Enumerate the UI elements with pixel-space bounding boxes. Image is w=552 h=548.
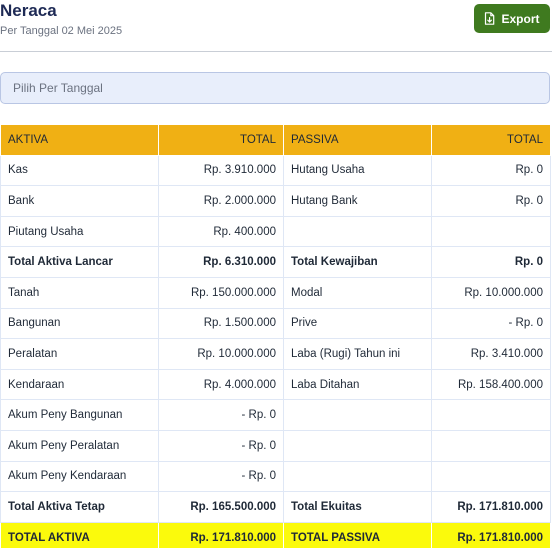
table-row: Akum Peny Bangunan - Rp. 0 <box>0 399 551 431</box>
aktiva-amount: Rp. 2.000.000 <box>158 185 284 217</box>
passiva-amount: - Rp. 0 <box>431 307 551 340</box>
aktiva-account: Total Aktiva Lancar <box>0 246 159 278</box>
aktiva-amount: Rp. 1.500.000 <box>158 307 284 340</box>
passiva-amount: Rp. 171.810.000 <box>431 491 551 523</box>
aktiva-amount: Rp. 150.000.000 <box>158 276 284 309</box>
passiva-account: Laba Ditahan <box>283 368 432 401</box>
page-title: Neraca <box>0 1 57 20</box>
column-header-aktiva-total: TOTAL <box>158 124 284 156</box>
balance-sheet-table: AKTIVA TOTAL PASSIVA TOTAL Kas Rp. 3.910… <box>0 124 551 548</box>
aktiva-account: Bank <box>0 185 159 217</box>
passiva-account: Prive <box>283 307 432 340</box>
column-header-aktiva: AKTIVA <box>0 124 159 156</box>
table-row: Tanah Rp. 150.000.000 Modal Rp. 10.000.0… <box>0 276 551 309</box>
aktiva-account: Piutang Usaha <box>0 215 159 248</box>
passiva-amount: Rp. 0 <box>431 185 551 217</box>
passiva-amount: Rp. 158.400.000 <box>431 368 551 401</box>
passiva-amount <box>431 399 551 431</box>
aktiva-amount: Rp. 10.000.000 <box>158 338 284 370</box>
passiva-amount: Rp. 0 <box>431 246 551 278</box>
passiva-amount: Rp. 0 <box>431 154 551 187</box>
export-button-label: Export <box>501 11 540 26</box>
aktiva-account: Tanah <box>0 276 159 309</box>
table-row: Akum Peny Peralatan - Rp. 0 <box>0 429 551 462</box>
aktiva-account: Bangunan <box>0 307 159 340</box>
column-header-passiva-total: TOTAL <box>431 124 551 156</box>
page-header: Neraca Per Tanggal 02 Mei 2025 Export <box>0 0 552 52</box>
table-row: Bangunan Rp. 1.500.000 Prive - Rp. 0 <box>0 307 551 340</box>
grand-total-row: TOTAL AKTIVA Rp. 171.810.000 TOTAL PASSI… <box>0 521 551 548</box>
aktiva-account: Kas <box>0 154 159 187</box>
aktiva-amount: Rp. 400.000 <box>158 215 284 248</box>
aktiva-amount: - Rp. 0 <box>158 399 284 431</box>
passiva-account <box>283 215 432 248</box>
passiva-account: TOTAL PASSIVA <box>283 521 432 548</box>
table-header-row: AKTIVA TOTAL PASSIVA TOTAL <box>0 124 551 156</box>
aktiva-account: Kendaraan <box>0 368 159 401</box>
table-row: Kendaraan Rp. 4.000.000 Laba Ditahan Rp.… <box>0 368 551 401</box>
passiva-amount: Rp. 10.000.000 <box>431 276 551 309</box>
file-export-icon <box>484 12 495 25</box>
subtotal-row: Total Aktiva Tetap Rp. 165.500.000 Total… <box>0 491 551 523</box>
date-picker-input[interactable] <box>0 72 550 104</box>
passiva-amount <box>431 429 551 462</box>
aktiva-account: Total Aktiva Tetap <box>0 491 159 523</box>
passiva-account <box>283 429 432 462</box>
aktiva-amount: - Rp. 0 <box>158 460 284 493</box>
table-row: Piutang Usaha Rp. 400.000 <box>0 215 551 248</box>
aktiva-amount: Rp. 3.910.000 <box>158 154 284 187</box>
aktiva-amount: - Rp. 0 <box>158 429 284 462</box>
passiva-account: Total Kewajiban <box>283 246 432 278</box>
aktiva-account: Akum Peny Peralatan <box>0 429 159 462</box>
passiva-account: Hutang Usaha <box>283 154 432 187</box>
aktiva-amount: Rp. 171.810.000 <box>158 521 284 548</box>
subtotal-row: Total Aktiva Lancar Rp. 6.310.000 Total … <box>0 246 551 278</box>
passiva-amount: Rp. 3.410.000 <box>431 338 551 370</box>
aktiva-amount: Rp. 165.500.000 <box>158 491 284 523</box>
passiva-amount <box>431 460 551 493</box>
passiva-amount <box>431 215 551 248</box>
aktiva-amount: Rp. 6.310.000 <box>158 246 284 278</box>
passiva-account <box>283 460 432 493</box>
passiva-account <box>283 399 432 431</box>
table-row: Akum Peny Kendaraan - Rp. 0 <box>0 460 551 493</box>
passiva-account: Hutang Bank <box>283 185 432 217</box>
aktiva-account: TOTAL AKTIVA <box>0 521 159 548</box>
passiva-account: Total Ekuitas <box>283 491 432 523</box>
table-row: Kas Rp. 3.910.000 Hutang Usaha Rp. 0 <box>0 154 551 187</box>
aktiva-account: Akum Peny Bangunan <box>0 399 159 431</box>
aktiva-amount: Rp. 4.000.000 <box>158 368 284 401</box>
passiva-account: Modal <box>283 276 432 309</box>
export-button[interactable]: Export <box>474 4 550 33</box>
passiva-amount: Rp. 171.810.000 <box>431 521 551 548</box>
page-subtitle: Per Tanggal 02 Mei 2025 <box>0 25 123 37</box>
table-row: Bank Rp. 2.000.000 Hutang Bank Rp. 0 <box>0 185 551 217</box>
aktiva-account: Peralatan <box>0 338 159 370</box>
column-header-passiva: PASSIVA <box>283 124 432 156</box>
aktiva-account: Akum Peny Kendaraan <box>0 460 159 493</box>
table-row: Peralatan Rp. 10.000.000 Laba (Rugi) Tah… <box>0 338 551 370</box>
passiva-account: Laba (Rugi) Tahun ini <box>283 338 432 370</box>
